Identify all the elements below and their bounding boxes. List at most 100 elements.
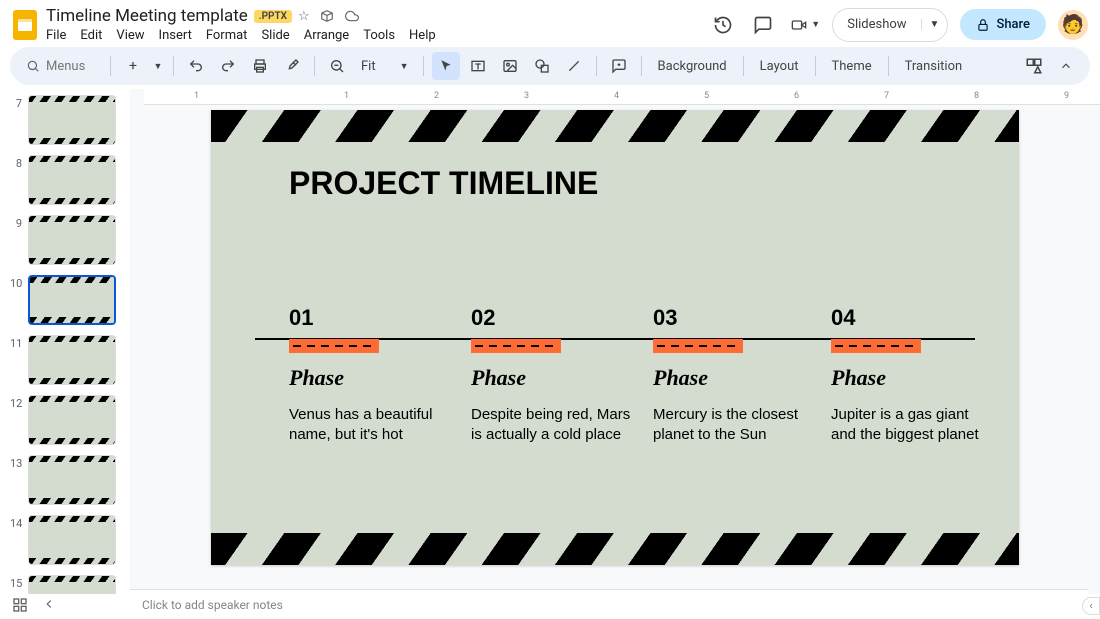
menu-arrange[interactable]: Arrange (304, 28, 349, 43)
speaker-notes[interactable]: Click to add speaker notes (130, 589, 1088, 619)
move-icon[interactable] (320, 9, 334, 24)
slide-thumbnail[interactable] (28, 455, 116, 505)
bottom-left-controls (12, 597, 56, 613)
slide-canvas-wrapper: PROJECT TIMELINE 01 Phase Venus has a be… (130, 105, 1100, 594)
apps-icon[interactable] (1020, 52, 1048, 80)
comment-tool[interactable] (605, 52, 633, 80)
print-button[interactable] (246, 52, 274, 80)
background-button[interactable]: Background (650, 52, 735, 80)
phase-marker (289, 339, 379, 353)
slide-number: 7 (10, 95, 22, 110)
transition-button[interactable]: Transition (897, 52, 971, 80)
phase-label: Phase (653, 365, 818, 391)
phase-number: 02 (471, 305, 636, 331)
comments-icon[interactable] (749, 11, 777, 39)
slide-number: 13 (10, 455, 22, 470)
menu-tools[interactable]: Tools (363, 28, 395, 43)
slide-number: 8 (10, 155, 22, 170)
history-icon[interactable] (709, 11, 737, 39)
header-actions: ▼ Slideshow ▼ Share 🧑 (709, 8, 1088, 42)
star-icon[interactable]: ☆ (298, 9, 310, 24)
slideshow-button: Slideshow ▼ (832, 8, 948, 42)
menu-view[interactable]: View (116, 28, 144, 43)
phase-description: Jupiter is a gas giant and the biggest p… (831, 405, 996, 446)
phase-label: Phase (471, 365, 636, 391)
share-label: Share (996, 17, 1030, 32)
shape-tool[interactable] (528, 52, 556, 80)
ruler-horizontal: 1123456789 (144, 89, 1100, 105)
search-menus[interactable] (20, 59, 102, 74)
slideshow-main[interactable]: Slideshow (833, 17, 920, 32)
meet-icon[interactable]: ▼ (789, 11, 820, 39)
menubar: File Edit View Insert Format Slide Arran… (46, 28, 701, 43)
menu-slide[interactable]: Slide (261, 28, 289, 43)
menu-edit[interactable]: Edit (80, 28, 102, 43)
new-slide-button[interactable]: + (119, 52, 147, 80)
new-slide-dropdown[interactable]: ▼ (151, 52, 165, 80)
phase-description: Mercury is the closest planet to the Sun (653, 405, 818, 446)
toolbar: + ▼ Fit▼ Background Layout Theme Transit… (10, 47, 1090, 85)
show-side-panel-icon[interactable]: ‹ (1082, 597, 1100, 615)
slide-number: 15 (10, 575, 22, 590)
document-info: Timeline Meeting template .PPTX ☆ File E… (46, 6, 701, 43)
layout-button[interactable]: Layout (752, 52, 807, 80)
select-tool[interactable] (432, 52, 460, 80)
slide-thumbnail[interactable] (28, 215, 116, 265)
slide-thumbnail[interactable] (28, 155, 116, 205)
menu-file[interactable]: File (46, 28, 66, 43)
slide-number: 11 (10, 335, 22, 350)
slide-number: 14 (10, 515, 22, 530)
workspace: 7 8 9 10 11 12 13 14 15 1123456789 PROJE… (0, 89, 1100, 594)
phase-marker (831, 339, 921, 353)
menu-help[interactable]: Help (409, 28, 436, 43)
phase-number: 03 (653, 305, 818, 331)
slide-thumbnail[interactable] (28, 575, 116, 594)
slide-thumbnail[interactable] (28, 395, 116, 445)
undo-button[interactable] (182, 52, 210, 80)
share-button[interactable]: Share (960, 9, 1046, 40)
slide-thumbnail[interactable] (28, 95, 116, 145)
cloud-status-icon[interactable] (344, 9, 360, 24)
slide-number: 12 (10, 395, 22, 410)
phase-label: Phase (289, 365, 454, 391)
phase-label: Phase (831, 365, 996, 391)
slide-thumbnail[interactable] (28, 275, 116, 325)
slides-logo-icon[interactable] (12, 12, 38, 38)
slide-thumbnail[interactable] (28, 335, 116, 385)
theme-button[interactable]: Theme (824, 52, 880, 80)
slide-number: 9 (10, 215, 22, 230)
timeline-phase[interactable]: 01 Phase Venus has a beautiful name, but… (289, 305, 454, 446)
timeline-phase[interactable]: 04 Phase Jupiter is a gas giant and the … (831, 305, 996, 446)
slide-number: 10 (10, 275, 22, 290)
collapse-panel-icon[interactable] (42, 597, 56, 613)
phase-number: 04 (831, 305, 996, 331)
redo-button[interactable] (214, 52, 242, 80)
slide-thumbnail[interactable] (28, 515, 116, 565)
phase-marker (471, 339, 561, 353)
timeline-phase[interactable]: 03 Phase Mercury is the closest planet t… (653, 305, 818, 446)
line-tool[interactable] (560, 52, 588, 80)
paint-format-button[interactable] (278, 52, 306, 80)
menu-format[interactable]: Format (206, 28, 248, 43)
phase-description: Despite being red, Mars is actually a co… (471, 405, 636, 446)
textbox-tool[interactable] (464, 52, 492, 80)
format-badge: .PPTX (254, 10, 292, 23)
collapse-toolbar-icon[interactable] (1052, 52, 1080, 80)
document-title[interactable]: Timeline Meeting template (46, 6, 248, 26)
titlebar: Timeline Meeting template .PPTX ☆ File E… (0, 0, 1100, 43)
zoom-select[interactable]: Fit▼ (355, 59, 415, 74)
user-avatar[interactable]: 🧑 (1058, 10, 1088, 40)
grid-view-icon[interactable] (12, 597, 28, 613)
zoom-tool[interactable] (323, 52, 351, 80)
slide[interactable]: PROJECT TIMELINE 01 Phase Venus has a be… (211, 110, 1019, 565)
phase-number: 01 (289, 305, 454, 331)
image-tool[interactable] (496, 52, 524, 80)
phase-marker (653, 339, 743, 353)
slide-panel[interactable]: 7 8 9 10 11 12 13 14 15 (0, 89, 130, 594)
menu-insert[interactable]: Insert (159, 28, 192, 43)
slideshow-dropdown[interactable]: ▼ (921, 19, 948, 30)
timeline-phase[interactable]: 02 Phase Despite being red, Mars is actu… (471, 305, 636, 446)
search-input[interactable] (46, 59, 96, 74)
canvas-area: 1123456789 PROJECT TIMELINE 01 Phase Ven… (130, 89, 1100, 594)
slide-title[interactable]: PROJECT TIMELINE (289, 165, 598, 202)
